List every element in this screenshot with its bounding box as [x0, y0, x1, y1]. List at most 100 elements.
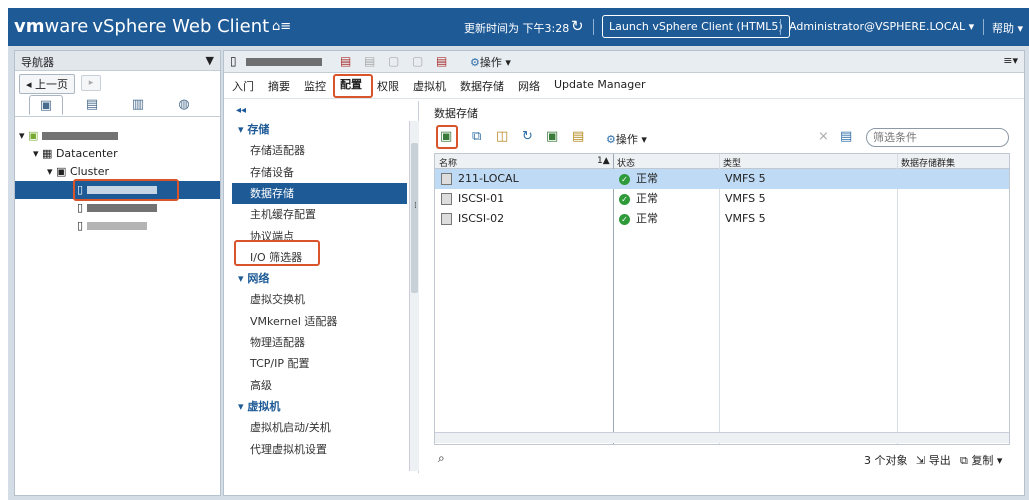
settings-icon[interactable]: ▤: [572, 129, 584, 144]
top-bar: vmware vSphere Web Client ⌂≡ 更新时间为 下午3:28…: [8, 8, 1029, 46]
redacted-text: [86, 222, 147, 230]
collapse-icon[interactable]: ◂◂: [236, 105, 246, 116]
menu-category[interactable]: ▾ 虚拟机: [232, 396, 407, 417]
navigator-title: 导航器: [21, 56, 54, 69]
object-toolbar: ▯ ▤ ▤ ▢ ▢ ▤ ⚙操作 ▾ ≡▾: [224, 51, 1024, 73]
main-panel: ▯ ▤ ▤ ▢ ▢ ▤ ⚙操作 ▾ ≡▾ 入门 摘要 监控 配置 权限 虚拟机 …: [223, 50, 1025, 496]
menu-item[interactable]: 虚拟机启动/关机: [232, 417, 407, 438]
menu-category[interactable]: ▾ 存储: [232, 119, 407, 140]
tab-update-manager[interactable]: Update Manager: [554, 78, 646, 91]
redacted-text: [41, 132, 118, 140]
add-host-icon[interactable]: ▤: [340, 54, 351, 68]
tab-summary[interactable]: 摘要: [268, 78, 290, 94]
refresh-icon[interactable]: ↻: [522, 129, 533, 144]
datastore-type: VMFS 5: [725, 172, 766, 185]
clear-filter-icon[interactable]: ⨯: [818, 129, 829, 144]
vcenter-icon: ▣: [28, 129, 39, 142]
splitter-handle[interactable]: ⁞: [414, 201, 417, 211]
tree-host[interactable]: ▯: [15, 217, 220, 235]
rescan-icon[interactable]: ◫: [496, 129, 508, 144]
divider: [593, 19, 594, 35]
menu-scrollbar[interactable]: [409, 121, 419, 471]
column-status[interactable]: 状态: [617, 156, 635, 169]
new-resource-pool-icon[interactable]: ▤: [436, 54, 447, 68]
menu-item[interactable]: 存储适配器: [232, 140, 407, 161]
menu-item[interactable]: TCP/IP 配置: [232, 353, 407, 374]
highlight-box: [333, 74, 373, 98]
menu-item[interactable]: 主机缓存配置: [232, 204, 407, 225]
register-vm-icon[interactable]: ⧉: [472, 129, 481, 144]
redacted-text: [246, 58, 322, 66]
redacted-text: [86, 204, 157, 212]
grid-footer: ⌕ 3 个对象 ⇲ 导出 ⧉ 复制 ▾: [434, 449, 1010, 469]
tab-datastores[interactable]: 数据存储: [460, 78, 504, 94]
export-columns-icon[interactable]: ▤: [840, 129, 852, 144]
table-row[interactable]: 211-LOCAL ✓ 正常 VMFS 5: [435, 169, 1009, 189]
back-button[interactable]: ◂ 上一页: [19, 74, 76, 94]
column-cluster[interactable]: 数据存储群集: [901, 156, 955, 169]
datastore-name: ISCSI-01: [441, 189, 504, 209]
status-ok-icon: ✓: [619, 213, 630, 225]
help-menu[interactable]: 帮助 ▾: [992, 20, 1023, 36]
menu-item[interactable]: 高级: [232, 375, 407, 396]
refresh-icon[interactable]: ↻: [571, 17, 584, 35]
filter-input[interactable]: [866, 128, 1009, 147]
gear-icon: ⚙: [470, 56, 480, 69]
menu-item[interactable]: 代理虚拟机设置: [232, 439, 407, 460]
highlight-box: [436, 125, 458, 149]
tab-permissions[interactable]: 权限: [377, 78, 399, 94]
menu-item[interactable]: 存储设备: [232, 162, 407, 183]
datastore-status: ✓ 正常: [619, 209, 658, 229]
new-vm-icon[interactable]: ▤: [364, 54, 375, 68]
status-ok-icon: ✓: [619, 193, 630, 205]
datastore-status: ✓ 正常: [619, 189, 658, 209]
launch-html5-button[interactable]: Launch vSphere Client (HTML5): [602, 15, 790, 38]
actions-menu[interactable]: ⚙操作 ▾: [470, 54, 511, 70]
tree-vcenter[interactable]: ▾ ▣: [15, 127, 220, 145]
menu-item[interactable]: 物理适配器: [232, 332, 407, 353]
datastore-grid: 名称 1▲ 状态 类型 数据存储群集 211-LOCAL ✓ 正常 VMFS 5 ISC…: [434, 153, 1010, 445]
expand-icon[interactable]: ▾: [47, 165, 53, 178]
column-name[interactable]: 名称: [439, 156, 457, 169]
increase-capacity-icon[interactable]: ▣: [546, 129, 558, 144]
tab-getting-started[interactable]: 入门: [232, 78, 254, 94]
expand-icon[interactable]: ▾: [19, 129, 25, 142]
datastore-actions-menu[interactable]: ⚙操作 ▾: [606, 131, 647, 147]
datastore-type: VMFS 5: [725, 192, 766, 205]
tab-monitor[interactable]: 监控: [304, 78, 326, 94]
tab-networks[interactable]: 网络: [518, 78, 540, 94]
home-icon[interactable]: ⌂≡: [272, 19, 291, 34]
vmware-logo: vmware vSphere Web Client: [14, 16, 270, 37]
navigator-header: 导航器 ▼: [15, 51, 220, 71]
menu-item[interactable]: 虚拟交换机: [232, 289, 407, 310]
export-button[interactable]: ⇲ 导出: [916, 452, 951, 468]
binoculars-icon[interactable]: ⌕: [438, 451, 445, 466]
datastore-panel: 数据存储 ▣ ⧉ ◫ ↻ ▣ ▤ ⚙操作 ▾ ⨯ ▤ 名称 1▲ 状态 类型: [434, 101, 1024, 477]
new-vapp-icon[interactable]: ▢: [412, 54, 423, 68]
menu-item[interactable]: 数据存储: [232, 182, 407, 204]
deploy-ovf-icon[interactable]: ▢: [388, 54, 399, 68]
datastore-name: ISCSI-02: [441, 209, 504, 229]
menu-item[interactable]: VMkernel 适配器: [232, 311, 407, 332]
horizontal-scrollbar[interactable]: [435, 432, 1009, 443]
menu-category[interactable]: ▾ 网络: [232, 268, 407, 289]
user-menu[interactable]: Administrator@VSPHERE.LOCAL ▾: [789, 20, 974, 33]
expand-icon[interactable]: ▾: [33, 147, 39, 160]
storage-tab-icon[interactable]: ▥: [121, 95, 155, 115]
datastore-status: ✓ 正常: [619, 169, 658, 189]
tab-vms[interactable]: 虚拟机: [413, 78, 446, 94]
networking-tab-icon[interactable]: ◍: [167, 95, 201, 115]
forward-button[interactable]: ▸: [81, 75, 101, 91]
table-row[interactable]: ISCSI-02 ✓ 正常 VMFS 5: [435, 209, 1009, 229]
hosts-clusters-tab-icon[interactable]: ▣: [29, 95, 63, 115]
pin-icon[interactable]: ▼: [206, 54, 214, 67]
table-row[interactable]: ISCSI-01 ✓ 正常 VMFS 5: [435, 189, 1009, 209]
copy-button[interactable]: ⧉ 复制 ▾: [960, 452, 1002, 468]
column-type[interactable]: 类型: [723, 156, 741, 169]
scroll-thumb[interactable]: [411, 143, 418, 293]
vms-templates-tab-icon[interactable]: ▤: [75, 95, 109, 115]
tree-host[interactable]: ▯: [15, 199, 220, 217]
tree-datacenter[interactable]: ▾ ▦ Datacenter: [15, 145, 220, 163]
navigator-tabs: ▣ ▤ ▥ ◍: [15, 93, 220, 117]
panel-menu-icon[interactable]: ≡▾: [1003, 54, 1018, 67]
